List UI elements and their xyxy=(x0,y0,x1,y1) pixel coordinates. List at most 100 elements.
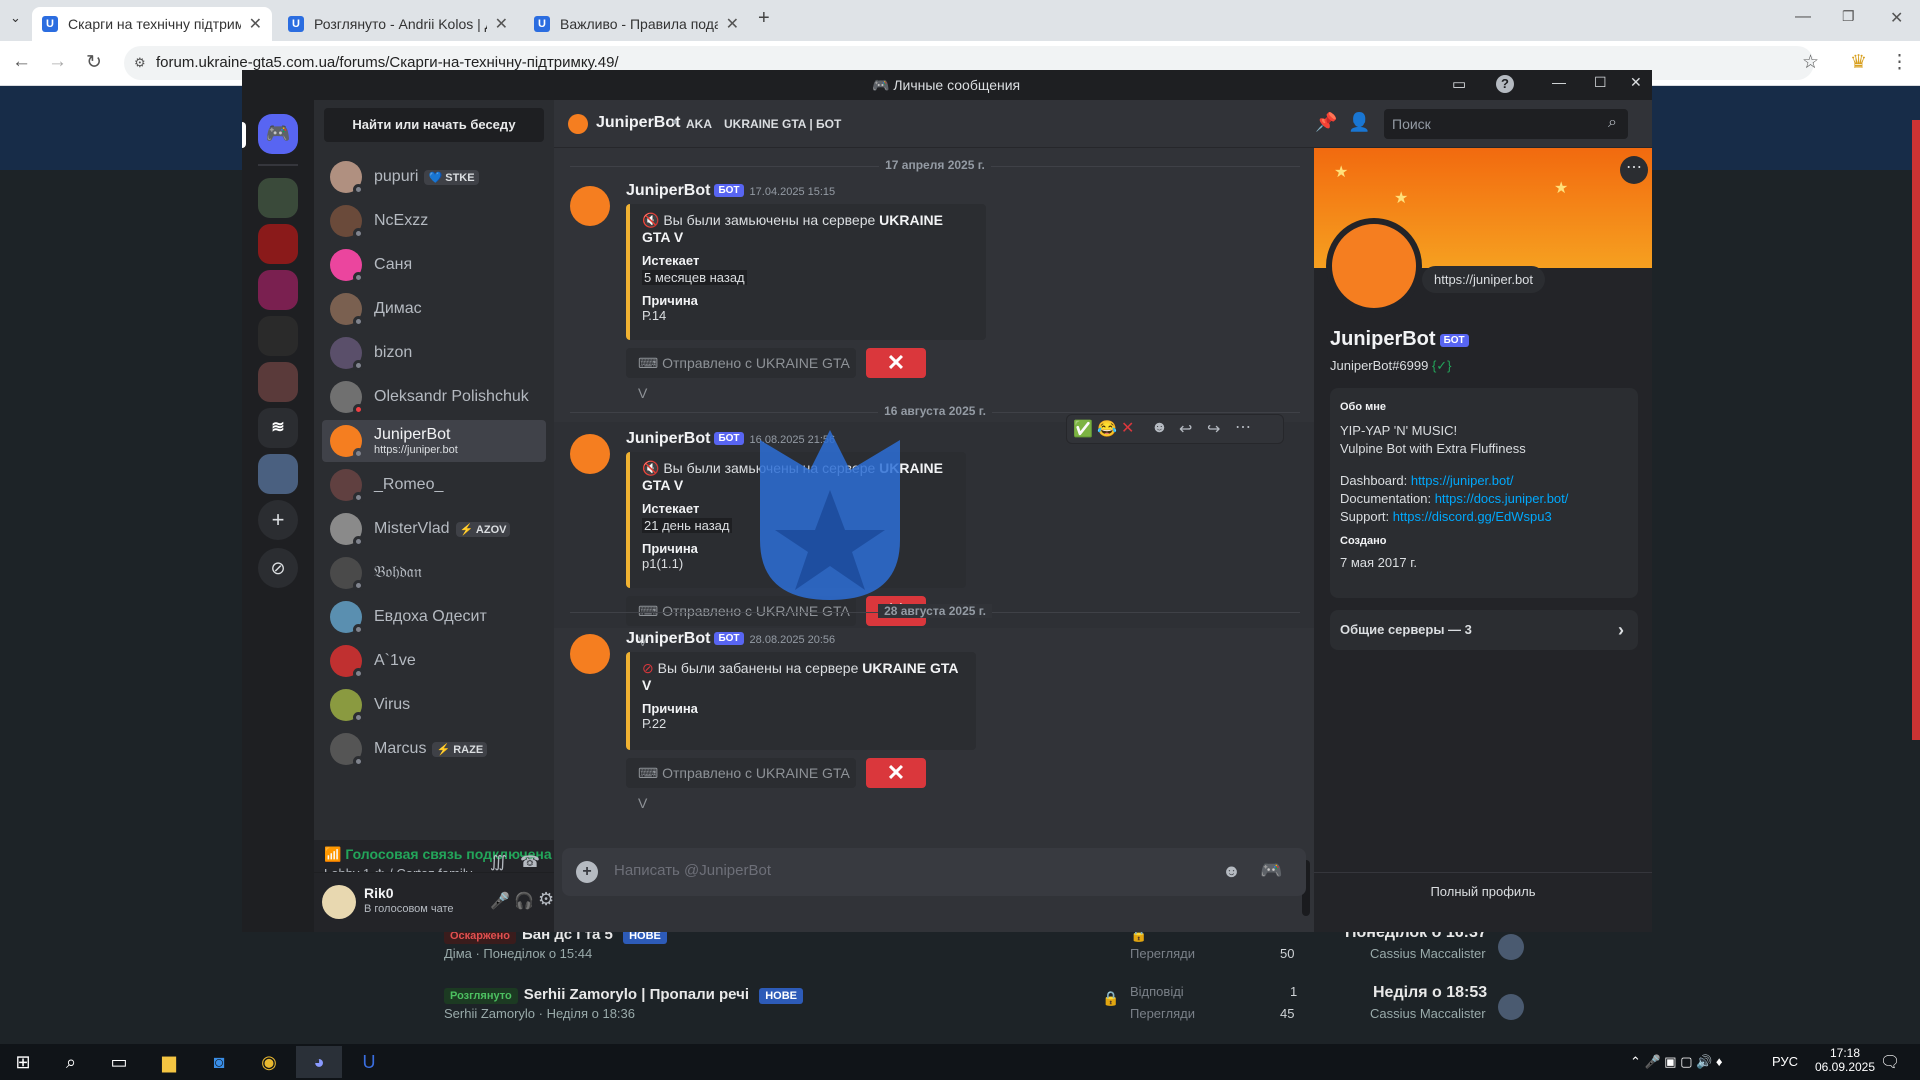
tab-2[interactable]: U Розглянуто - Andrii Kolos | Дісі ✕ xyxy=(278,7,518,41)
avatar xyxy=(568,114,588,134)
close-window-icon[interactable]: ✕ xyxy=(1890,8,1903,28)
menu-icon[interactable]: ⋮ xyxy=(1890,51,1909,74)
add-reaction-icon[interactable]: ☻ xyxy=(1151,419,1168,437)
server-clown-icon[interactable] xyxy=(258,270,298,310)
laugh-reaction-icon[interactable]: 😂 xyxy=(1097,419,1117,439)
ukraine-gta-taskbar-icon[interactable]: U xyxy=(346,1046,392,1078)
restore-icon[interactable]: ❐ xyxy=(1842,8,1855,25)
outlook-icon[interactable]: ◙ xyxy=(196,1046,242,1078)
dismiss-button[interactable]: ✕ xyxy=(866,348,926,378)
headphones-icon[interactable]: 🎧 xyxy=(514,891,534,911)
dismiss-button[interactable]: ✕ xyxy=(866,758,926,788)
more-icon[interactable]: ⋯ xyxy=(1235,417,1251,437)
reload-icon[interactable]: ↻ xyxy=(86,51,102,74)
notifications-icon[interactable]: 🗨 xyxy=(1880,1052,1900,1072)
server-city-icon[interactable] xyxy=(258,454,298,494)
dm-item[interactable]: Димас xyxy=(322,288,546,330)
add-server-icon[interactable]: + xyxy=(258,500,298,540)
more-options-icon[interactable]: ⋯ xyxy=(1620,156,1648,184)
dm-item[interactable]: MisterVlad ⚡ AZOV xyxy=(322,508,546,550)
server-logo-icon[interactable]: ≋ xyxy=(258,408,298,448)
microphone-icon[interactable]: 🎤 xyxy=(490,891,510,911)
discord-home-icon[interactable]: 🎮 xyxy=(258,114,298,154)
back-icon[interactable]: ← xyxy=(12,51,31,73)
cross-reaction-icon[interactable]: ✕ xyxy=(1121,418,1134,438)
dm-item[interactable]: NcExzz xyxy=(322,200,546,242)
disconnect-icon[interactable]: ☎ xyxy=(520,852,540,872)
dm-item[interactable]: Саня xyxy=(322,244,546,286)
inbox-icon[interactable]: ▭ xyxy=(1452,75,1466,93)
close-icon[interactable]: ✕ xyxy=(1630,74,1642,91)
search-input[interactable]: Поиск xyxy=(1384,109,1628,139)
help-icon[interactable]: ? xyxy=(1496,75,1514,93)
find-conversation-button[interactable]: Найти или начать беседу xyxy=(324,108,544,142)
avatar[interactable] xyxy=(570,186,610,226)
tray-icons[interactable]: ⌃ 🎤 ▣ ▢ 🔊 ♦ xyxy=(1630,1054,1723,1070)
profile-avatar[interactable] xyxy=(1326,218,1422,314)
dm-item[interactable]: 𝔅𝔬𝔥𝔡𝔞𝔫 xyxy=(322,552,546,594)
reply-icon[interactable]: ↩ xyxy=(1179,419,1192,439)
pin-icon[interactable]: 📌 xyxy=(1315,112,1337,133)
sent-from-button[interactable]: ⌨ Отправлено с UKRAINE GTA V xyxy=(626,758,856,811)
windows-start-icon[interactable]: ⊞ xyxy=(0,1046,46,1078)
dashboard-link[interactable]: https://juniper.bot/ xyxy=(1411,473,1514,488)
check-reaction-icon[interactable]: ✅ xyxy=(1073,419,1093,439)
language-indicator[interactable]: РУС xyxy=(1772,1054,1798,1069)
author-name[interactable]: JuniperBot xyxy=(626,430,710,447)
apps-icon[interactable]: 🎮 xyxy=(1260,860,1282,881)
file-explorer-icon[interactable]: ▆ xyxy=(146,1046,192,1078)
minimize-icon[interactable]: — xyxy=(1795,8,1811,26)
minimize-icon[interactable]: — xyxy=(1552,74,1566,90)
tab-1[interactable]: U Скарги на технічну підтримку ✕ xyxy=(32,7,272,41)
extension-icon[interactable]: ♛ xyxy=(1850,51,1867,74)
forward-icon[interactable]: → xyxy=(48,51,67,73)
server-china-icon[interactable] xyxy=(258,224,298,264)
explore-icon[interactable]: ⊘ xyxy=(258,548,298,588)
dm-item[interactable]: _Romeo_ xyxy=(322,464,546,506)
full-profile-button[interactable]: Полный профиль xyxy=(1314,884,1652,899)
chrome-icon[interactable]: ◉ xyxy=(246,1046,292,1078)
maximize-icon[interactable]: ☐ xyxy=(1594,74,1607,91)
discord-taskbar-icon[interactable]: ◕ xyxy=(296,1046,342,1078)
noise-suppression-icon[interactable]: ∭ xyxy=(490,852,507,872)
attach-plus-icon[interactable]: + xyxy=(576,861,598,883)
support-link[interactable]: https://discord.gg/EdWspu3 xyxy=(1393,509,1552,524)
author-name[interactable]: JuniperBot xyxy=(626,182,710,199)
task-view-icon[interactable]: ▭ xyxy=(96,1046,142,1078)
server-crime-icon[interactable] xyxy=(258,316,298,356)
dm-item-selected[interactable]: JuniperBot https://juniper.bot xyxy=(322,420,546,462)
search-icon[interactable]: ⌕ xyxy=(48,1046,94,1078)
tab-3[interactable]: U Важливо - Правила подачі тех ✕ xyxy=(524,7,749,41)
tab-list-icon[interactable]: ⌄ xyxy=(10,10,21,26)
close-icon[interactable]: ✕ xyxy=(495,14,508,34)
message-input[interactable]: Написать @JuniperBot xyxy=(614,862,771,879)
new-tab-button[interactable]: + xyxy=(758,7,770,30)
sent-from-button[interactable]: ⌨ Отправлено с UKRAINE GTA V xyxy=(626,348,856,401)
dm-item[interactable]: Евдоха Одесит xyxy=(322,596,546,638)
user-avatar[interactable] xyxy=(322,885,356,919)
thread-title[interactable]: Serhii Zamorylo | Пропали речі xyxy=(524,986,749,1003)
site-info-icon[interactable]: ⚙ xyxy=(134,46,146,80)
emoji-icon[interactable]: ☻ xyxy=(1222,861,1241,882)
author-name[interactable]: JuniperBot xyxy=(626,630,710,647)
close-icon[interactable]: ✕ xyxy=(249,14,262,34)
bookmark-star-icon[interactable]: ☆ xyxy=(1802,51,1819,74)
dm-item[interactable]: pupuri 💙 STKE xyxy=(322,156,546,198)
avatar[interactable] xyxy=(570,634,610,674)
dm-item[interactable]: bizon xyxy=(322,332,546,374)
close-icon[interactable]: ✕ xyxy=(726,14,739,34)
clock[interactable]: 17:18 06.09.2025 xyxy=(1810,1046,1880,1074)
server-cortez-icon[interactable] xyxy=(258,178,298,218)
settings-gear-icon[interactable]: ⚙ xyxy=(538,889,554,910)
mutual-servers-button[interactable]: Общие серверы — 3 › xyxy=(1330,610,1638,650)
docs-link[interactable]: https://docs.juniper.bot/ xyxy=(1435,491,1569,506)
forward-icon[interactable]: ↪ xyxy=(1207,419,1220,439)
user-profile-icon[interactable]: 👤 xyxy=(1348,112,1370,133)
dm-item[interactable]: A`1ve xyxy=(322,640,546,682)
dm-item[interactable]: Marcus ⚡ RAZE xyxy=(322,728,546,770)
server-girl-icon[interactable] xyxy=(258,362,298,402)
dm-item[interactable]: Virus xyxy=(322,684,546,726)
thread-row[interactable]: Розглянуто Serhii Zamorylo | Пропали речі… xyxy=(380,982,1530,1040)
avatar[interactable] xyxy=(570,434,610,474)
dm-item[interactable]: Oleksandr Polishchuk xyxy=(322,376,546,418)
